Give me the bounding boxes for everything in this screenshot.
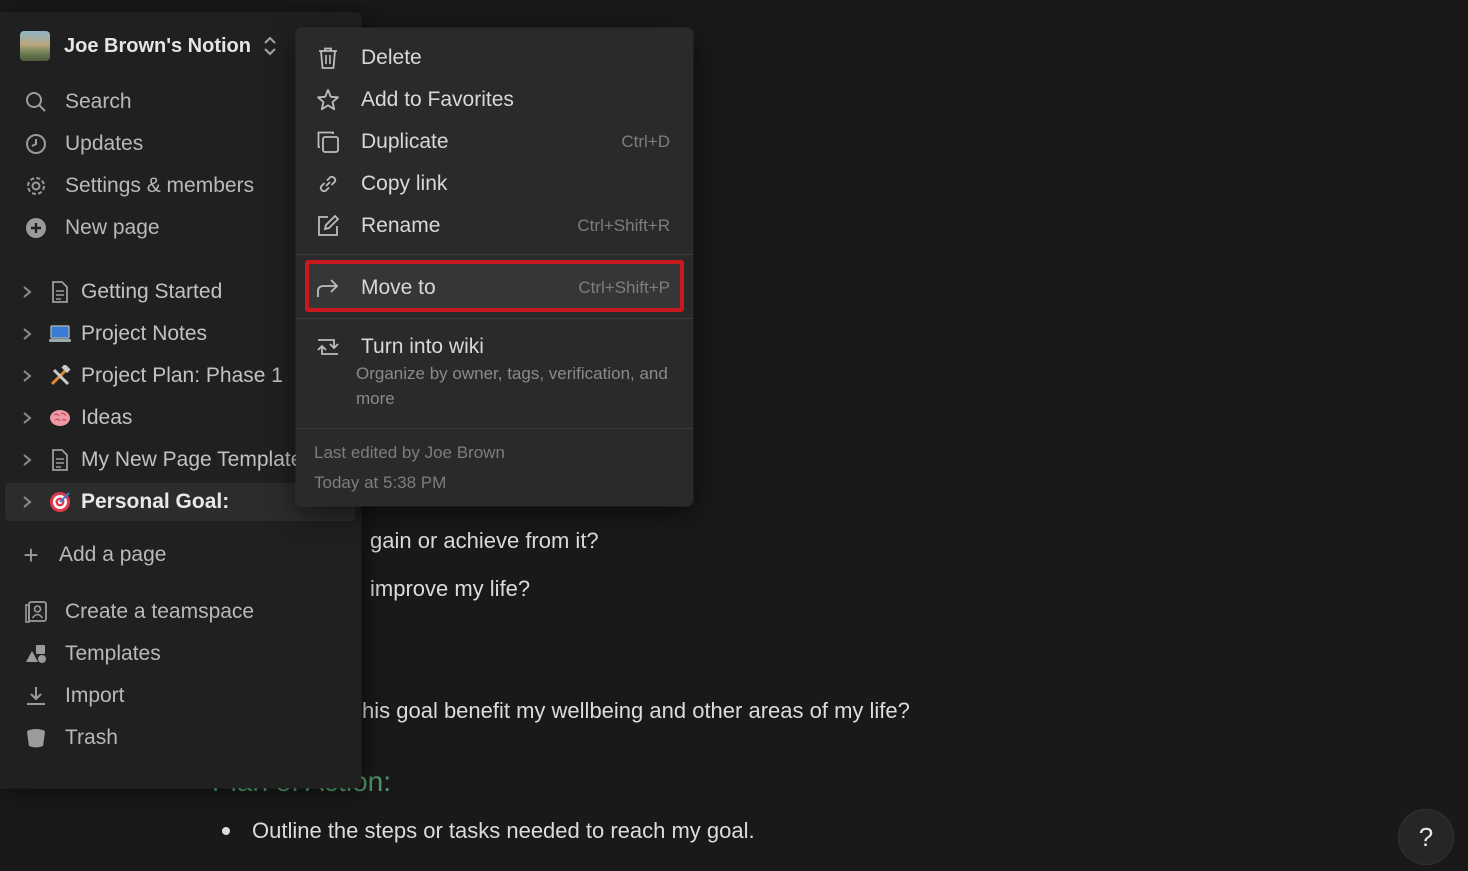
gear-icon — [24, 174, 48, 198]
chevron-right-icon[interactable] — [22, 495, 36, 509]
chevron-right-icon[interactable] — [22, 411, 36, 425]
sidebar-item-label: Search — [65, 90, 132, 113]
bullet-icon — [222, 827, 230, 835]
page-label: Project Notes — [81, 322, 208, 345]
sidebar-item-import[interactable]: Import — [24, 681, 125, 711]
menu-item-label: Turn into wiki — [361, 335, 484, 358]
plus-icon: + — [23, 540, 39, 570]
clock-icon — [24, 132, 48, 156]
workspace-name: Joe Brown's Notion — [64, 34, 251, 57]
menu-item-add-to-favorites[interactable]: Add to Favorites — [310, 82, 680, 118]
last-edited-by: Last edited by Joe Brown — [314, 443, 505, 462]
sidebar-item-label: Create a teamspace — [65, 600, 255, 623]
workspace-avatar — [20, 31, 50, 61]
add-page-label: Add a page — [59, 543, 167, 566]
menu-divider — [296, 428, 693, 429]
teamspace-icon — [24, 600, 48, 624]
menu-divider — [296, 318, 693, 319]
menu-item-label: Move to — [361, 276, 436, 299]
document-icon — [48, 448, 72, 472]
menu-divider — [296, 254, 693, 255]
menu-item-label: Rename — [361, 214, 441, 237]
page-label: Personal Goal: — [81, 490, 230, 513]
page-label: My New Page Template — [81, 448, 301, 471]
star-icon — [315, 87, 341, 113]
document-icon — [48, 280, 72, 304]
hammer-wrench-emoji — [48, 364, 72, 388]
sidebar-item-new-page[interactable]: New page — [24, 213, 160, 243]
sidebar-item-label: Import — [65, 684, 125, 707]
sidebar-item-label: Settings & members — [65, 174, 255, 197]
menu-item-label: Duplicate — [361, 130, 449, 153]
page-label: Getting Started — [81, 280, 223, 303]
sidebar-item-updates[interactable]: Updates — [24, 129, 143, 159]
sidebar-item-label: Updates — [65, 132, 144, 155]
sidebar-item-templates[interactable]: Templates — [24, 639, 161, 669]
shortcut-hint: Ctrl+D — [621, 132, 670, 151]
chevron-right-icon[interactable] — [22, 327, 36, 341]
content-line: his goal benefit my wellbeing and other … — [362, 698, 910, 723]
workspace-switcher[interactable]: Joe Brown's Notion — [20, 31, 277, 61]
search-icon — [24, 90, 48, 114]
menu-item-label: Add to Favorites — [361, 88, 514, 111]
menu-item-move-to[interactable]: Move to Ctrl+Shift+P — [310, 270, 680, 306]
sidebar-item-create-teamspace[interactable]: Create a teamspace — [24, 597, 254, 627]
page-context-menu: Delete Add to Favorites Duplicate Ctrl+D… — [296, 28, 693, 506]
list-item: Outline the steps or tasks needed to rea… — [222, 818, 755, 844]
plus-circle-icon — [24, 216, 48, 240]
sidebar-item-search[interactable]: Search — [24, 87, 132, 117]
content-line: gain or achieve from it? — [370, 528, 599, 553]
last-edited-time: Today at 5:38 PM — [314, 473, 447, 492]
shortcut-hint: Ctrl+Shift+P — [578, 278, 670, 297]
list-item-text: Outline the steps or tasks needed to rea… — [252, 818, 755, 843]
laptop-emoji — [48, 322, 72, 346]
sidebar-item-label: Trash — [65, 726, 118, 749]
chevron-right-icon[interactable] — [22, 369, 36, 383]
help-button[interactable]: ? — [1398, 809, 1454, 865]
shortcut-hint: Ctrl+Shift+R — [577, 216, 670, 235]
brain-emoji — [48, 406, 72, 430]
trash-icon — [315, 45, 341, 71]
download-icon — [24, 684, 48, 708]
menu-item-label: Delete — [361, 46, 422, 69]
templates-icon — [24, 642, 48, 666]
menu-item-description: Organize by owner, tags, verification, a… — [356, 364, 668, 408]
chevron-right-icon[interactable] — [22, 285, 36, 299]
convert-icon — [315, 334, 341, 360]
arrow-turn-right-icon — [315, 275, 341, 301]
menu-item-label: Copy link — [361, 172, 448, 195]
menu-item-duplicate[interactable]: Duplicate Ctrl+D — [310, 124, 680, 160]
app-window: { "workspace": { "name": "Joe Brown's No… — [0, 0, 1468, 871]
sidebar-item-trash[interactable]: Trash — [24, 723, 118, 753]
page-label: Project Plan: Phase 1 — [81, 364, 283, 387]
link-icon — [315, 171, 341, 197]
sidebar-item-label: Templates — [65, 642, 161, 665]
content-line: improve my life? — [370, 576, 531, 601]
chevron-up-down-icon — [264, 36, 276, 56]
menu-item-turn-into-wiki[interactable]: Turn into wiki — [310, 329, 680, 365]
menu-item-copy-link[interactable]: Copy link — [310, 166, 680, 202]
edit-icon — [315, 213, 341, 239]
duplicate-icon — [315, 129, 341, 155]
sidebar-item-label: New page — [65, 216, 160, 239]
add-page-button[interactable]: + Add a page — [20, 540, 167, 570]
chevron-right-icon[interactable] — [22, 453, 36, 467]
menu-item-rename[interactable]: Rename Ctrl+Shift+R — [310, 208, 680, 244]
menu-item-delete[interactable]: Delete — [310, 40, 680, 76]
target-emoji — [48, 490, 72, 514]
sidebar-item-settings[interactable]: Settings & members — [24, 171, 254, 201]
page-label: Ideas — [81, 406, 133, 429]
trash-icon — [24, 726, 48, 750]
